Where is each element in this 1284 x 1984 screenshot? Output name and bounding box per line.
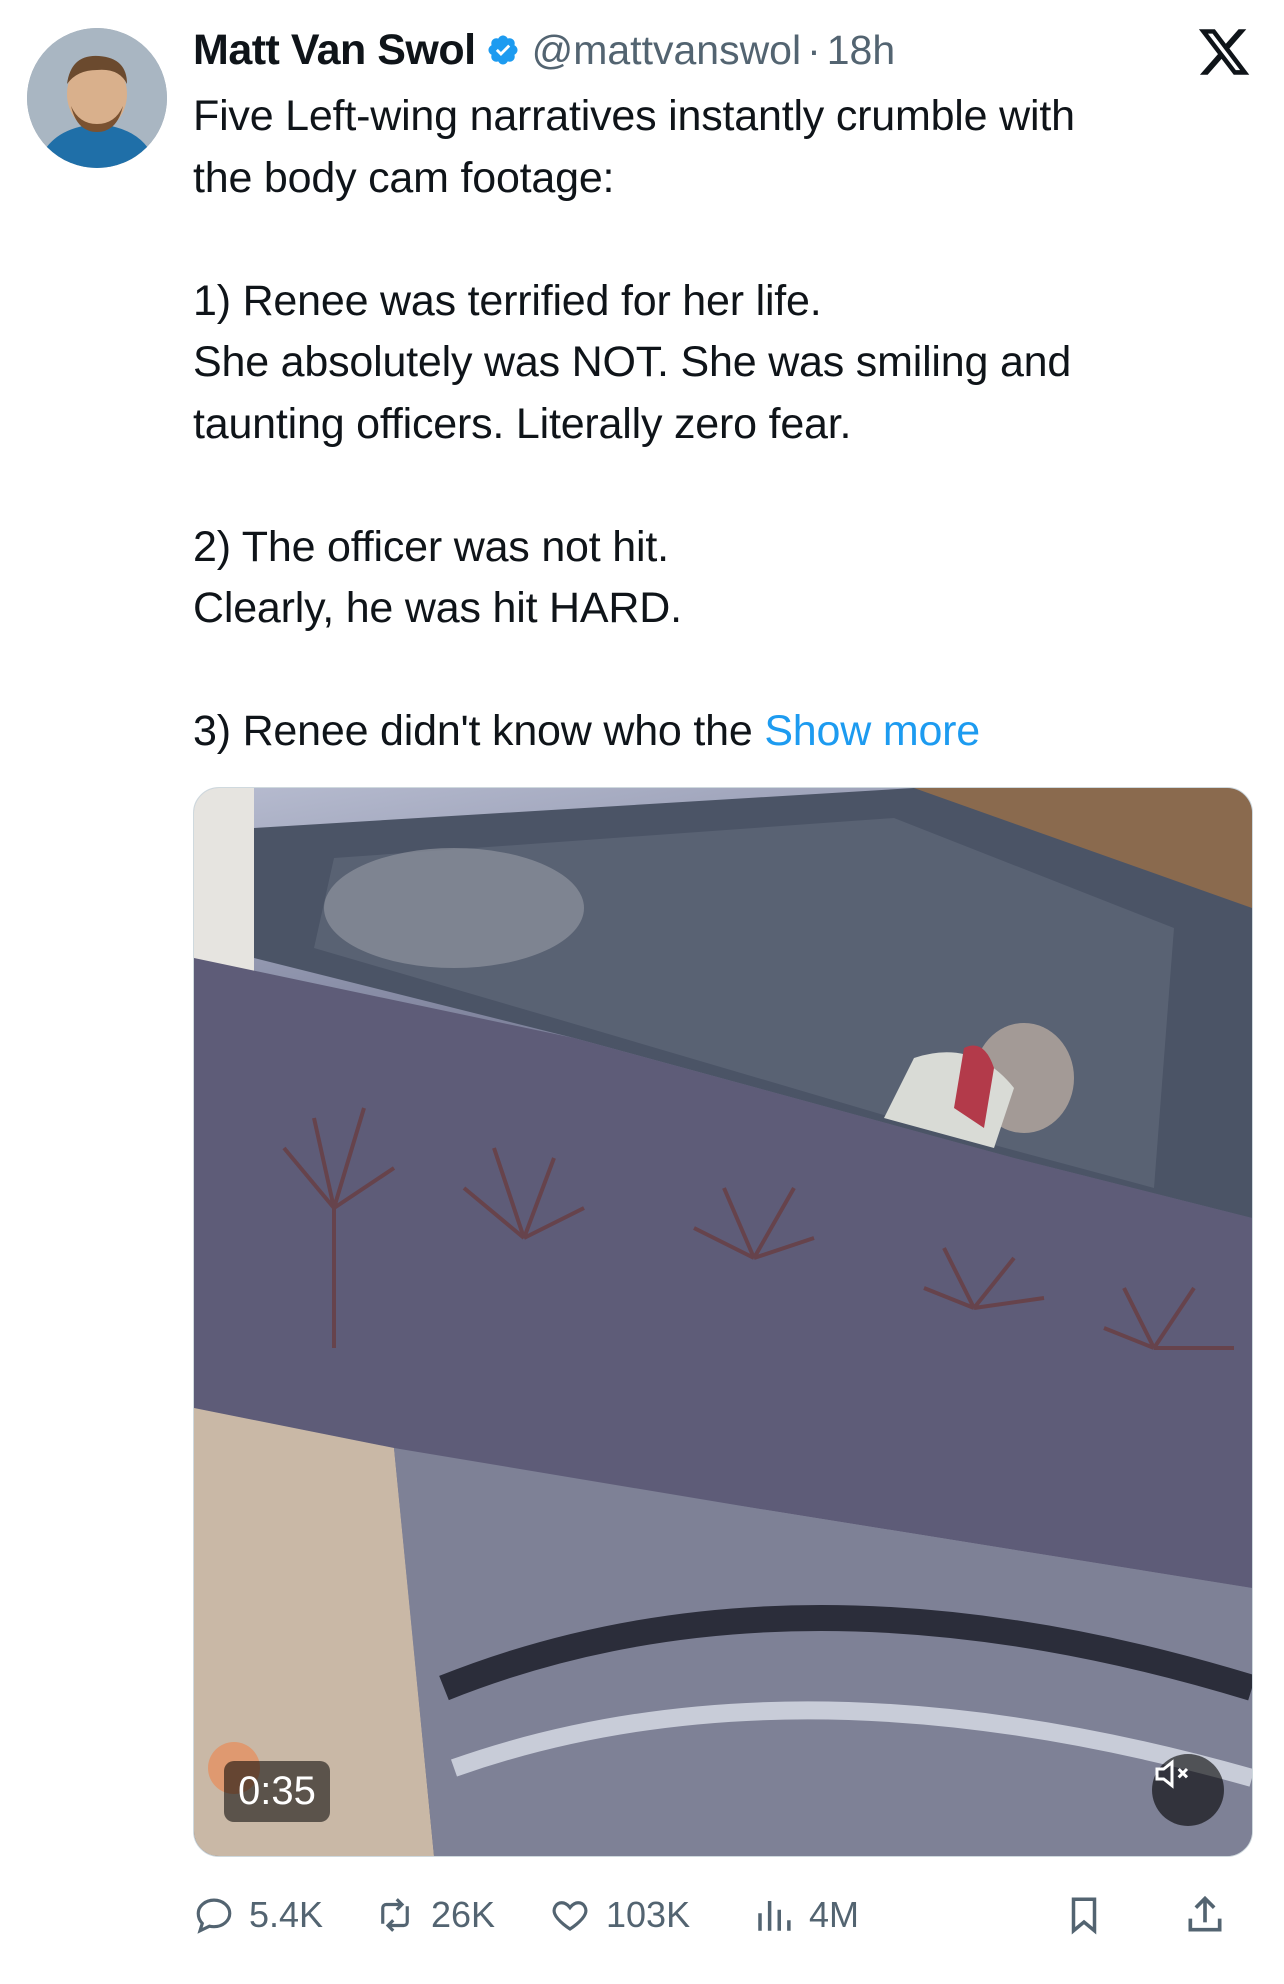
tweet-line: She absolutely was NOT. She was smiling … bbox=[193, 338, 1072, 386]
bookmark-icon bbox=[1063, 1893, 1105, 1937]
author-name[interactable]: Matt Van Swol bbox=[193, 26, 476, 75]
reply-button[interactable]: 5.4K bbox=[193, 1880, 323, 1950]
views-icon bbox=[753, 1894, 795, 1936]
repost-count: 26K bbox=[431, 1894, 496, 1935]
x-logo-icon[interactable] bbox=[1196, 24, 1252, 80]
like-button[interactable]: 103K bbox=[548, 1880, 690, 1950]
tweet-line: Five Left-wing narratives instantly crum… bbox=[193, 92, 1075, 140]
repost-icon bbox=[373, 1894, 417, 1936]
reply-icon bbox=[193, 1894, 235, 1936]
share-icon bbox=[1183, 1893, 1227, 1937]
post-time[interactable]: 18h bbox=[827, 27, 895, 74]
tweet-header: Matt Van Swol @mattvanswol · 18h bbox=[193, 22, 1224, 78]
like-count: 103K bbox=[606, 1894, 691, 1935]
repost-button[interactable]: 26K bbox=[373, 1880, 495, 1950]
show-more-link[interactable]: Show more bbox=[764, 707, 980, 755]
share-button[interactable] bbox=[1183, 1880, 1227, 1950]
reply-count: 5.4K bbox=[249, 1894, 324, 1935]
like-icon bbox=[548, 1894, 592, 1936]
video-duration: 0:35 bbox=[224, 1761, 330, 1822]
tweet-line: 1) Renee was terrified for her life. bbox=[193, 276, 822, 325]
bookmark-button[interactable] bbox=[1063, 1880, 1105, 1950]
author-avatar[interactable] bbox=[27, 28, 167, 168]
tweet-body: Five Left-wing narratives instantly crum… bbox=[193, 86, 1233, 763]
mute-icon[interactable] bbox=[1152, 1754, 1224, 1826]
verified-badge-icon bbox=[486, 33, 520, 67]
tweet-line: the body cam footage: bbox=[193, 153, 615, 202]
views-button[interactable]: 4M bbox=[753, 1880, 859, 1950]
action-bar: 5.4K 26K 103K 4M bbox=[193, 1880, 1253, 1950]
tweet-line: Clearly, he was hit HARD. bbox=[193, 584, 682, 632]
tweet-line: 3) Renee didn't know who the bbox=[193, 707, 765, 755]
author-handle[interactable]: @mattvanswol bbox=[532, 27, 801, 74]
views-count: 4M bbox=[809, 1894, 860, 1935]
tweet-line: 2) The officer was not hit. bbox=[193, 522, 669, 571]
separator-dot: · bbox=[807, 26, 821, 73]
video-player[interactable]: 0:35 bbox=[193, 787, 1253, 1857]
tweet-line: taunting officers. Literally zero fear. bbox=[193, 399, 852, 448]
tweet-last-line: 3) Renee didn't know who the Show more bbox=[193, 701, 1233, 763]
